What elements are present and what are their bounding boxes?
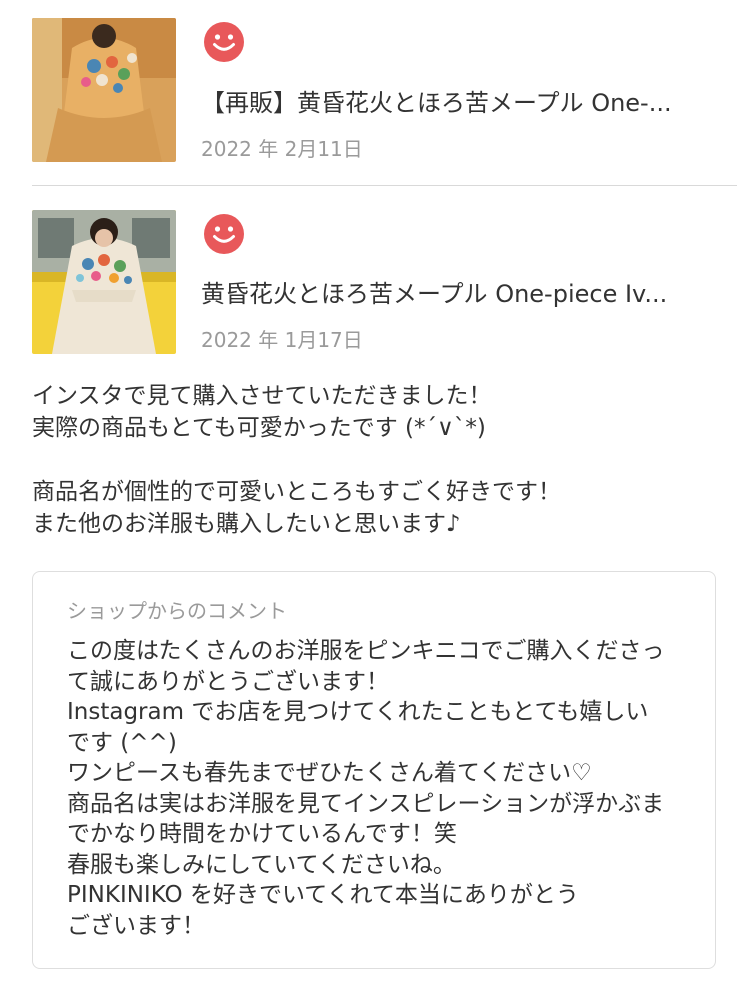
shop-reply-line: でかなり時間をかけているんです！笑 [67,821,457,847]
comment-blank-line [32,444,712,476]
product-title[interactable]: 【再販】黄昏花火とほろ苦メープル One-... [201,87,721,119]
smiley-face-icon [203,21,245,63]
comment-line: 商品名が個性的で可愛いところもすごく好きです！ [32,479,561,505]
shop-reply-line: ございます！ [67,912,205,939]
shop-reply-line: て誠にありがとうございます！ [67,668,389,695]
review-date: 2022 年 2月11日 [201,137,363,161]
comment-line: インスタで見て購入させていただきました！ [32,383,492,409]
product-thumbnail[interactable] [32,210,176,354]
shop-reply-line: ワンピースも春先までぜひたくさん着てください♡ [67,760,592,786]
shop-reply-line: 商品名は実はお洋服を見てインスピレーションが浮かぶま [67,790,665,817]
comment-line: 実際の商品もとても可愛かったです (*´∨`*) [32,415,486,441]
shop-reply-line: 春服も楽しみにしていてくださいね。 [67,851,456,878]
product-thumbnail[interactable] [32,18,176,162]
review-comment: インスタで見て購入させていただきました！ 実際の商品もとても可愛かったです (*… [32,380,712,540]
comment-line: また他のお洋服も購入したいと思います♪ [32,511,461,537]
review-date: 2022 年 1月17日 [201,328,363,352]
shop-reply-line: PINKINIKO を好きでいてくれて本当にありがとう [67,882,579,908]
shop-reply-line: です (^^) [67,729,177,756]
shop-reply-text: この度はたくさんのお洋服をピンキニコでご購入くださっ て誠にありがとうございます… [67,636,687,941]
product-title[interactable]: 黄昏花火とほろ苦メープル One-piece Iv... [201,278,721,310]
shop-reply-box: ショップからのコメント この度はたくさんのお洋服をピンキニコでご購入くださっ て… [32,571,716,969]
shop-reply-line: Instagram でお店を見つけてくれたこともとても嬉しい [67,699,649,725]
divider [32,185,737,186]
shop-reply-label: ショップからのコメント [67,599,287,623]
smiley-face-icon [203,213,245,255]
shop-reply-line: この度はたくさんのお洋服をピンキニコでご購入くださっ [67,638,665,664]
